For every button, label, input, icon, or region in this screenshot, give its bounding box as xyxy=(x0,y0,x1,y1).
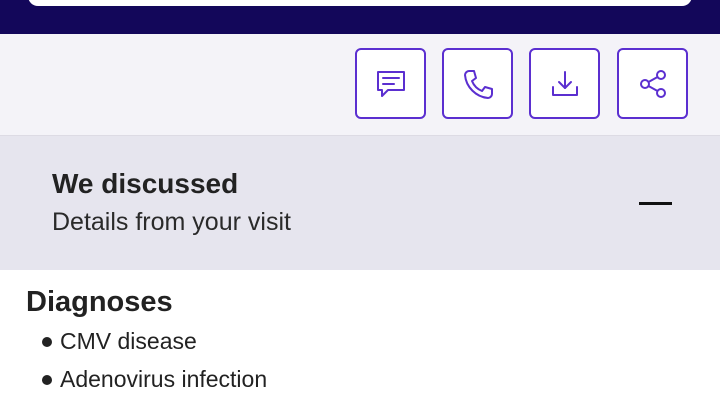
visit-summary-page: We discussed Details from your visit Dia… xyxy=(0,0,720,405)
action-toolbar xyxy=(0,34,720,136)
phone-icon xyxy=(463,69,493,99)
section-title: We discussed xyxy=(52,168,239,199)
diagnosis-label: CMV disease xyxy=(60,328,197,354)
diagnosis-label: Adenovirus infection xyxy=(60,366,268,392)
bullet-icon xyxy=(42,374,52,385)
minus-icon xyxy=(639,202,672,205)
diagnosis-list-item: CMV disease xyxy=(42,328,197,355)
download-icon xyxy=(551,70,578,96)
diagnoses-heading: Diagnoses xyxy=(26,286,173,318)
bullet-icon xyxy=(42,336,52,347)
collapse-toggle[interactable] xyxy=(630,188,674,218)
message-icon xyxy=(376,70,405,97)
diagnoses-section: Diagnoses CMV disease Adenovirus infecti… xyxy=(0,270,720,405)
call-button[interactable] xyxy=(442,48,513,119)
share-button[interactable] xyxy=(617,48,688,119)
message-button[interactable] xyxy=(355,48,426,119)
we-discussed-section-header[interactable]: We discussed Details from your visit xyxy=(0,136,720,270)
section-subtitle: Details from your visit xyxy=(52,208,291,236)
share-icon xyxy=(639,69,666,98)
download-button[interactable] xyxy=(529,48,600,119)
header-card xyxy=(28,0,692,6)
top-header-bar xyxy=(0,0,720,34)
diagnosis-list-item: Adenovirus infection xyxy=(42,366,267,393)
